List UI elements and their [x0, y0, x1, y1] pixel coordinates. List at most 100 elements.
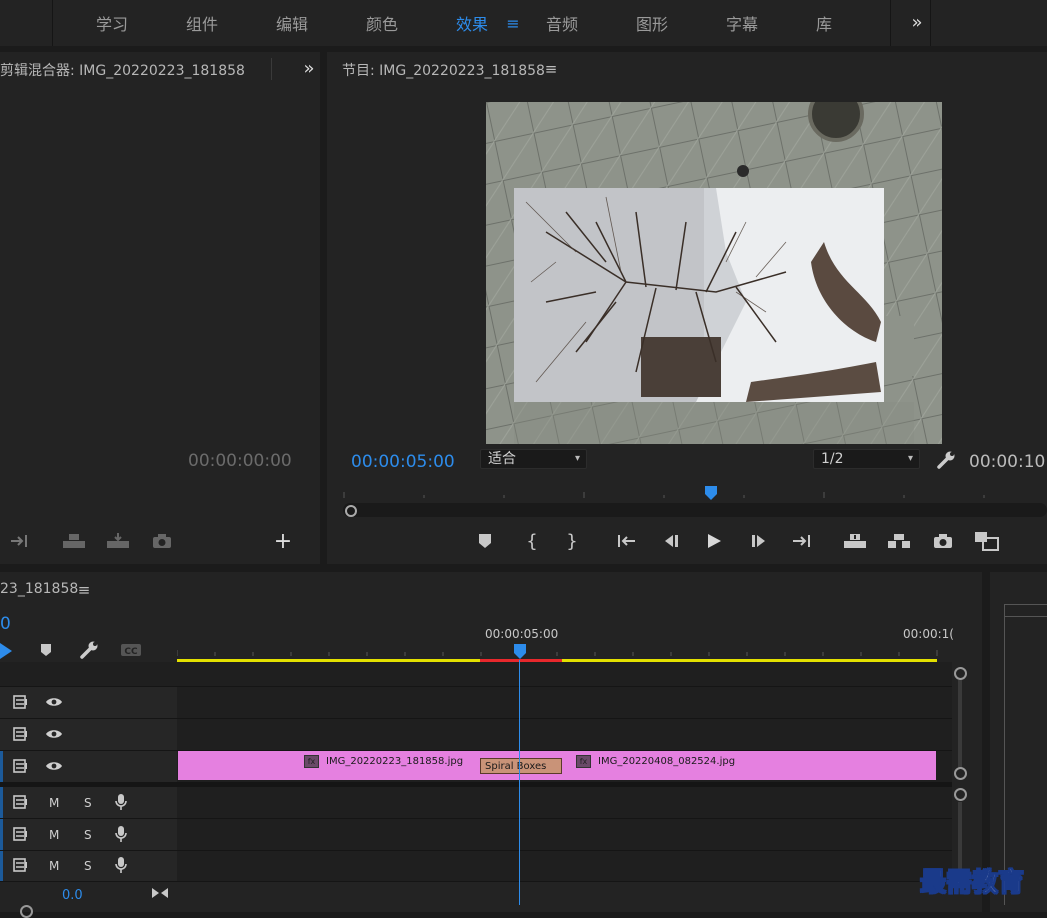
tab-assembly[interactable]: 组件: [186, 11, 218, 35]
ruler-label-end: 00:00:1(: [903, 627, 954, 641]
watermark: 最需教育: [919, 868, 1025, 899]
step-forward-icon[interactable]: [748, 530, 770, 552]
video-track-2: [0, 719, 952, 751]
sync-lock-icon[interactable]: [12, 758, 30, 774]
tab-graphics[interactable]: 图形: [636, 11, 668, 35]
sync-lock-icon[interactable]: [12, 826, 30, 842]
mixer-more-icon[interactable]: »: [298, 57, 320, 79]
tab-libraries[interactable]: 库: [816, 11, 832, 35]
program-menu-icon[interactable]: ≡: [543, 60, 559, 78]
add-button-icon[interactable]: +: [272, 529, 294, 554]
eye-icon[interactable]: [44, 726, 64, 742]
timeline-title: 23_181858: [0, 581, 79, 597]
eye-icon[interactable]: [44, 694, 64, 710]
sync-lock-icon[interactable]: [12, 694, 30, 710]
meter-frame: [1004, 604, 1047, 905]
video-preview: [486, 102, 942, 444]
captions-icon[interactable]: CC: [119, 641, 143, 659]
playhead-marker-icon[interactable]: [704, 486, 718, 500]
meter-line: [1004, 616, 1047, 617]
tab-audio[interactable]: 音频: [546, 11, 578, 35]
lift-icon[interactable]: [60, 530, 88, 552]
zoom-scrollbar[interactable]: [343, 503, 1047, 517]
timeline-menu-icon[interactable]: ≡: [76, 581, 92, 599]
more-workspaces-icon[interactable]: »: [906, 11, 928, 33]
mute-button[interactable]: M: [49, 828, 59, 842]
add-marker-icon[interactable]: [36, 640, 56, 660]
add-marker-icon[interactable]: [474, 530, 496, 552]
extract-icon[interactable]: [885, 530, 913, 552]
timeline-ruler[interactable]: 00:00:05:00 00:00:1(: [177, 620, 954, 662]
timeline-panel: 23_181858 ≡ 0 CC 00:00:05:00 00:00:1(M …: [0, 572, 982, 918]
solo-button[interactable]: S: [84, 796, 92, 810]
transition-label: Spiral Boxes: [485, 761, 547, 772]
track-target-indicator[interactable]: [0, 851, 3, 881]
timeline-timecode[interactable]: 0: [0, 614, 11, 634]
track-target-indicator[interactable]: [0, 787, 3, 818]
transition-clip[interactable]: Spiral Boxes: [480, 758, 562, 774]
mute-button[interactable]: M: [49, 796, 59, 810]
timeline-footer: [0, 882, 952, 912]
sync-lock-icon[interactable]: [12, 726, 30, 742]
audio-meter-panel: [990, 572, 1047, 912]
sync-lock-icon[interactable]: [12, 857, 30, 873]
scroll-handle[interactable]: [954, 667, 967, 680]
step-back-icon[interactable]: [660, 530, 682, 552]
eye-icon[interactable]: [44, 758, 64, 774]
program-title: 节目: IMG_20220223_181858: [342, 63, 545, 79]
lift-icon[interactable]: [841, 530, 869, 552]
scroll-track[interactable]: [958, 680, 962, 768]
mute-button[interactable]: M: [49, 859, 59, 873]
program-timecode[interactable]: 00:00:05:00: [351, 452, 455, 472]
microphone-icon[interactable]: [113, 793, 129, 811]
sync-lock-icon[interactable]: [12, 794, 30, 810]
timeline-settings-icon[interactable]: [78, 639, 100, 661]
tab-captions[interactable]: 字幕: [726, 11, 758, 35]
microphone-icon[interactable]: [113, 856, 129, 874]
mixer-timecode: 00:00:00:00: [188, 451, 292, 471]
time-ruler[interactable]: [343, 490, 1047, 498]
scroll-handle[interactable]: [954, 767, 967, 780]
clip-mixer-panel: 剪辑混合器: IMG_20220223_181858 » 00:00:00:00…: [0, 52, 320, 564]
extract-icon[interactable]: [104, 530, 132, 552]
solo-button[interactable]: S: [84, 828, 92, 842]
fx-badge: fx: [304, 755, 319, 768]
master-volume[interactable]: 0.0: [62, 888, 83, 903]
scroll-handle[interactable]: [954, 788, 967, 801]
solo-button[interactable]: S: [84, 859, 92, 873]
overwrite-icon[interactable]: [8, 530, 32, 552]
export-frame-icon[interactable]: [931, 530, 955, 552]
fit-value: 适合: [488, 451, 516, 467]
svg-text:CC: CC: [124, 647, 138, 657]
fit-dropdown[interactable]: 适合 ▾: [480, 449, 587, 469]
go-to-out-icon[interactable]: [789, 530, 813, 552]
playhead-marker-icon[interactable]: [512, 644, 528, 660]
mark-out-icon[interactable]: }: [561, 530, 583, 552]
ruler-label-mid: 00:00:05:00: [485, 627, 559, 641]
track-target-indicator[interactable]: [0, 751, 3, 782]
track-row-empty: [0, 662, 952, 687]
clip1-label: IMG_20220223_181858.jpg: [326, 756, 464, 767]
play-icon[interactable]: [703, 530, 725, 552]
mark-in-icon[interactable]: {: [521, 530, 543, 552]
track-target-indicator[interactable]: [0, 819, 3, 850]
scroll-handle[interactable]: [345, 505, 357, 517]
chevron-down-icon: ▾: [907, 453, 913, 464]
clip2-label: IMG_20220408_082524.jpg: [598, 756, 736, 767]
resolution-dropdown[interactable]: 1/2 ▾: [813, 449, 920, 469]
effects-menu-icon[interactable]: ≡: [505, 13, 521, 33]
video-clip[interactable]: fx IMG_20220223_181858.jpg Spiral Boxes …: [178, 751, 936, 780]
snap-icon[interactable]: [0, 640, 14, 660]
program-end-timecode: 00:00:10:: [969, 452, 1047, 472]
tab-effects[interactable]: 效果: [456, 11, 488, 35]
tab-color[interactable]: 颜色: [366, 11, 398, 35]
microphone-icon[interactable]: [113, 825, 129, 843]
playhead-line[interactable]: [519, 660, 520, 905]
tab-editing[interactable]: 编辑: [276, 11, 308, 35]
tab-learning[interactable]: 学习: [96, 11, 128, 35]
go-to-in-icon[interactable]: [615, 530, 639, 552]
zoom-fit-icon[interactable]: [150, 885, 170, 901]
settings-wrench-icon[interactable]: [934, 449, 958, 471]
camera-icon[interactable]: [150, 530, 174, 552]
comparison-view-icon[interactable]: [973, 530, 1001, 552]
